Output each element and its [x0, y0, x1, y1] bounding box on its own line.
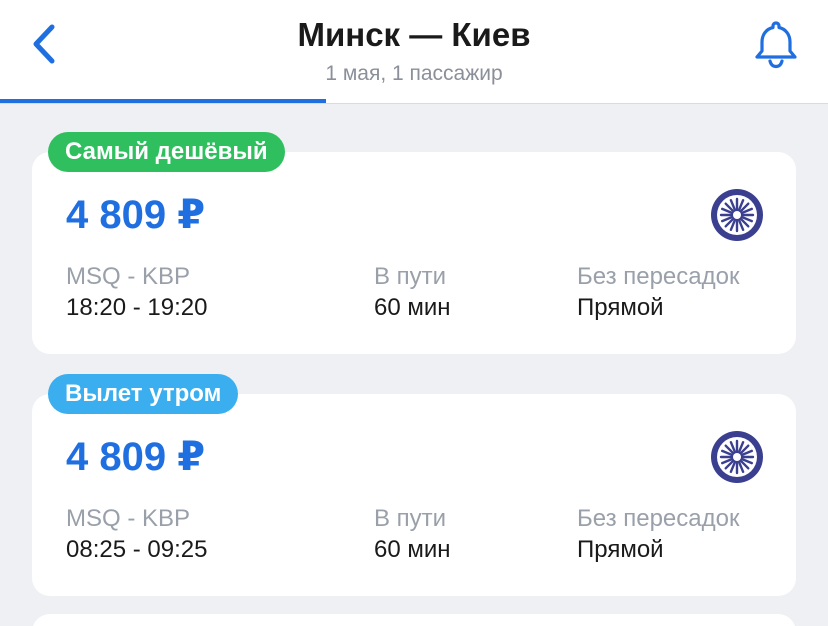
duration-value: 60 мин — [374, 294, 451, 321]
stops-label: Без пересадок — [577, 505, 740, 532]
route-column: MSQ - KBP 18:20 - 19:20 — [66, 262, 207, 324]
bell-icon — [755, 21, 797, 69]
route-label: MSQ - KBP — [66, 505, 191, 532]
airline-logo-icon — [711, 189, 763, 241]
price-alert-button[interactable] — [750, 18, 802, 70]
flight-times: 18:20 - 19:20 — [66, 294, 208, 321]
duration-column: В пути 60 мин — [374, 504, 451, 566]
route-column: MSQ - KBP 08:25 - 09:25 — [66, 504, 207, 566]
morning-departure-badge: Вылет утром — [48, 374, 239, 414]
stops-value: Прямой — [577, 294, 664, 321]
stops-column: Без пересадок Прямой — [577, 262, 739, 324]
page-title: Минск — Киев — [297, 16, 531, 53]
duration-label: В пути — [374, 263, 447, 290]
stops-value: Прямой — [577, 536, 664, 563]
stops-label: Без пересадок — [577, 263, 740, 290]
price: 4 809 ₽ — [66, 435, 206, 479]
route-label: MSQ - KBP — [66, 263, 191, 290]
duration-label: В пути — [374, 505, 447, 532]
price: 4 809 ₽ — [66, 193, 206, 237]
flight-card[interactable]: 4 809 ₽ MSQ - KBP 08:25 - 09:25 В пути 6… — [32, 394, 796, 596]
airline-logo-icon — [711, 431, 763, 483]
duration-value: 60 мин — [374, 536, 451, 563]
stops-column: Без пересадок Прямой — [577, 504, 739, 566]
header-divider — [0, 103, 828, 104]
flight-times: 08:25 - 09:25 — [66, 536, 208, 563]
page-subtitle: 1 мая, 1 пассажир — [325, 62, 503, 85]
cheapest-badge: Самый дешёвый — [48, 132, 285, 172]
flight-card[interactable] — [32, 614, 796, 626]
flight-card[interactable]: 4 809 ₽ MSQ - KBP 18:20 - 19:20 В пути 6… — [32, 152, 796, 354]
duration-column: В пути 60 мин — [374, 262, 451, 324]
top-bar: Минск — Киев 1 мая, 1 пассажир — [0, 0, 828, 104]
